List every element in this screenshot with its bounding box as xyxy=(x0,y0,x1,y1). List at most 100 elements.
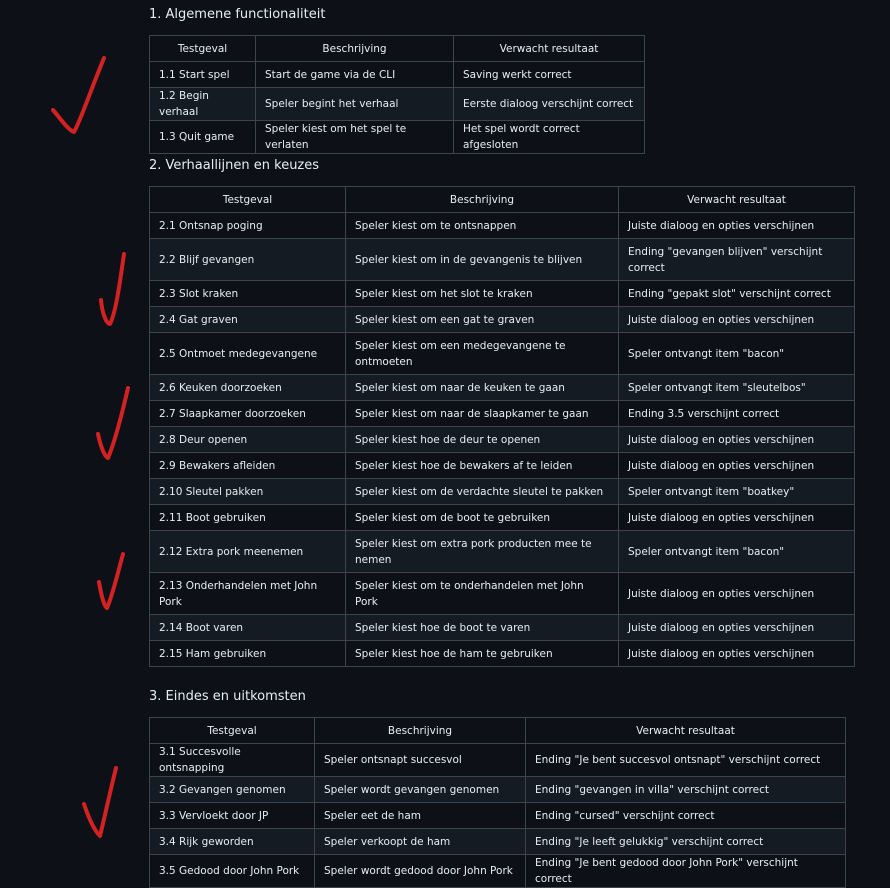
table-row: 2.10 Sleutel pakken Speler kiest om de v… xyxy=(149,478,855,505)
cell-testgeval: 1.3 Quit game xyxy=(149,120,256,154)
cell-testgeval: 3.5 Gedood door John Pork xyxy=(149,854,315,888)
cell-testgeval: 1.2 Begin verhaal xyxy=(149,87,256,121)
table-row: 3.1 Succesvolle ontsnapping Speler ontsn… xyxy=(149,743,846,777)
table-row: 1.1 Start spel Start de game via de CLI … xyxy=(149,61,645,88)
cell-beschrijving: Speler kiest om het spel te verlaten xyxy=(255,120,454,154)
red-checkmark-icon xyxy=(51,56,106,134)
cell-testgeval: 2.3 Slot kraken xyxy=(149,280,346,307)
cell-testgeval: 3.3 Vervloekt door JP xyxy=(149,802,315,829)
cell-verwacht-resultaat: Eerste dialoog verschijnt correct xyxy=(453,87,645,121)
table-row: 1.2 Begin verhaal Speler begint het verh… xyxy=(149,87,645,121)
column-header-testgeval: Testgeval xyxy=(149,35,256,62)
cell-verwacht-resultaat: Juiste dialoog en opties verschijnen xyxy=(618,640,855,667)
cell-testgeval: 2.14 Boot varen xyxy=(149,614,346,641)
table-row: 3.4 Rijk geworden Speler verkoopt de ham… xyxy=(149,828,846,855)
section-title-3: 3. Eindes en uitkomsten xyxy=(149,689,306,704)
cell-verwacht-resultaat: Ending "gepakt slot" verschijnt correct xyxy=(618,280,855,307)
cell-testgeval: 2.13 Onderhandelen met John Pork xyxy=(149,572,346,615)
cell-testgeval: 2.6 Keuken doorzoeken xyxy=(149,374,346,401)
table-header-row: Testgeval Beschrijving Verwacht resultaa… xyxy=(149,35,645,62)
section-title-1: 1. Algemene functionaliteit xyxy=(149,7,326,22)
cell-beschrijving: Speler kiest hoe de ham te gebruiken xyxy=(345,640,619,667)
cell-verwacht-resultaat: Speler ontvangt item "boatkey" xyxy=(618,478,855,505)
cell-verwacht-resultaat: Juiste dialoog en opties verschijnen xyxy=(618,572,855,615)
cell-beschrijving: Speler wordt gedood door John Pork xyxy=(314,854,526,888)
cell-verwacht-resultaat: Het spel wordt correct afgesloten xyxy=(453,120,645,154)
cell-verwacht-resultaat: Juiste dialoog en opties verschijnen xyxy=(618,306,855,333)
cell-testgeval: 3.2 Gevangen genomen xyxy=(149,776,315,803)
cell-verwacht-resultaat: Ending "gevangen in villa" verschijnt co… xyxy=(525,776,846,803)
table-row: 2.14 Boot varen Speler kiest hoe de boot… xyxy=(149,614,855,641)
column-header-testgeval: Testgeval xyxy=(149,717,315,744)
cell-verwacht-resultaat: Juiste dialoog en opties verschijnen xyxy=(618,426,855,453)
cell-verwacht-resultaat: Ending "Je bent gedood door John Pork" v… xyxy=(525,854,846,888)
cell-testgeval: 1.1 Start spel xyxy=(149,61,256,88)
cell-beschrijving: Speler kiest om de verdachte sleutel te … xyxy=(345,478,619,505)
red-checkmark-icon xyxy=(82,766,118,838)
table-header-row: Testgeval Beschrijving Verwacht resultaa… xyxy=(149,717,846,744)
cell-beschrijving: Speler kiest om de boot te gebruiken xyxy=(345,504,619,531)
cell-verwacht-resultaat: Juiste dialoog en opties verschijnen xyxy=(618,614,855,641)
table-row: 2.12 Extra pork meenemen Speler kiest om… xyxy=(149,530,855,573)
table-row: 2.4 Gat graven Speler kiest om een gat t… xyxy=(149,306,855,333)
test-table-2: Testgeval Beschrijving Verwacht resultaa… xyxy=(149,186,855,667)
cell-beschrijving: Speler kiest om naar de slaapkamer te ga… xyxy=(345,400,619,427)
table-row: 3.2 Gevangen genomen Speler wordt gevang… xyxy=(149,776,846,803)
cell-beschrijving: Speler begint het verhaal xyxy=(255,87,454,121)
cell-beschrijving: Speler verkoopt de ham xyxy=(314,828,526,855)
cell-verwacht-resultaat: Speler ontvangt item "bacon" xyxy=(618,332,855,375)
cell-verwacht-resultaat: Ending "Je bent succesvol ontsnapt" vers… xyxy=(525,743,846,777)
test-table-3: Testgeval Beschrijving Verwacht resultaa… xyxy=(149,717,846,888)
cell-verwacht-resultaat: Juiste dialoog en opties verschijnen xyxy=(618,504,855,531)
table-row: 2.11 Boot gebruiken Speler kiest om de b… xyxy=(149,504,855,531)
cell-verwacht-resultaat: Ending "cursed" verschijnt correct xyxy=(525,802,846,829)
column-header-verwacht-resultaat: Verwacht resultaat xyxy=(525,717,846,744)
cell-testgeval: 2.4 Gat graven xyxy=(149,306,346,333)
cell-verwacht-resultaat: Speler ontvangt item "bacon" xyxy=(618,530,855,573)
cell-verwacht-resultaat: Speler ontvangt item "sleutelbos" xyxy=(618,374,855,401)
cell-testgeval: 2.5 Ontmoet medegevangene xyxy=(149,332,346,375)
cell-beschrijving: Speler kiest om te ontsnappen xyxy=(345,212,619,239)
cell-beschrijving: Speler kiest om een gat te graven xyxy=(345,306,619,333)
table-header-row: Testgeval Beschrijving Verwacht resultaa… xyxy=(149,186,855,213)
column-header-testgeval: Testgeval xyxy=(149,186,346,213)
test-table-1: Testgeval Beschrijving Verwacht resultaa… xyxy=(149,35,645,154)
table-row: 2.5 Ontmoet medegevangene Speler kiest o… xyxy=(149,332,855,375)
table-row: 2.1 Ontsnap poging Speler kiest om te on… xyxy=(149,212,855,239)
table-row: 2.13 Onderhandelen met John Pork Speler … xyxy=(149,572,855,615)
column-header-beschrijving: Beschrijving xyxy=(345,186,619,213)
table-row: 3.3 Vervloekt door JP Speler eet de ham … xyxy=(149,802,846,829)
cell-beschrijving: Speler wordt gevangen genomen xyxy=(314,776,526,803)
table-row: 1.3 Quit game Speler kiest om het spel t… xyxy=(149,120,645,154)
red-checkmark-icon xyxy=(99,252,126,326)
cell-testgeval: 2.2 Blijf gevangen xyxy=(149,238,346,281)
cell-beschrijving: Speler kiest om te onderhandelen met Joh… xyxy=(345,572,619,615)
cell-testgeval: 2.15 Ham gebruiken xyxy=(149,640,346,667)
table-row: 2.3 Slot kraken Speler kiest om het slot… xyxy=(149,280,855,307)
column-header-verwacht-resultaat: Verwacht resultaat xyxy=(453,35,645,62)
cell-testgeval: 3.1 Succesvolle ontsnapping xyxy=(149,743,315,777)
column-header-beschrijving: Beschrijving xyxy=(255,35,454,62)
column-header-beschrijving: Beschrijving xyxy=(314,717,526,744)
cell-testgeval: 2.9 Bewakers afleiden xyxy=(149,452,346,479)
cell-beschrijving: Speler kiest om naar de keuken te gaan xyxy=(345,374,619,401)
cell-beschrijving: Speler ontsnapt succesvol xyxy=(314,743,526,777)
table-row: 2.7 Slaapkamer doorzoeken Speler kiest o… xyxy=(149,400,855,427)
cell-verwacht-resultaat: Ending "gevangen blijven" verschijnt cor… xyxy=(618,238,855,281)
cell-beschrijving: Speler kiest om in de gevangenis te blij… xyxy=(345,238,619,281)
table-row: 3.5 Gedood door John Pork Speler wordt g… xyxy=(149,854,846,888)
table-row: 2.6 Keuken doorzoeken Speler kiest om na… xyxy=(149,374,855,401)
red-checkmark-icon xyxy=(96,386,130,460)
table-row: 2.2 Blijf gevangen Speler kiest om in de… xyxy=(149,238,855,281)
red-checkmark-icon xyxy=(97,552,125,610)
cell-verwacht-resultaat: Ending 3.5 verschijnt correct xyxy=(618,400,855,427)
section-title-2: 2. Verhaallijnen en keuzes xyxy=(149,158,320,173)
cell-verwacht-resultaat: Juiste dialoog en opties verschijnen xyxy=(618,452,855,479)
cell-beschrijving: Speler kiest hoe de bewakers af te leide… xyxy=(345,452,619,479)
cell-testgeval: 2.11 Boot gebruiken xyxy=(149,504,346,531)
column-header-verwacht-resultaat: Verwacht resultaat xyxy=(618,186,855,213)
cell-testgeval: 2.7 Slaapkamer doorzoeken xyxy=(149,400,346,427)
cell-verwacht-resultaat: Juiste dialoog en opties verschijnen xyxy=(618,212,855,239)
cell-verwacht-resultaat: Ending "Je leeft gelukkig" verschijnt co… xyxy=(525,828,846,855)
cell-testgeval: 2.1 Ontsnap poging xyxy=(149,212,346,239)
